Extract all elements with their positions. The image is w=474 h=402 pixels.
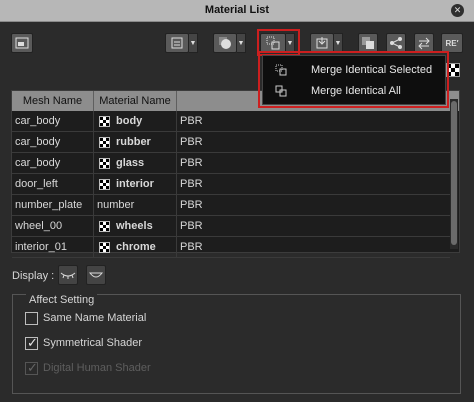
material-table: Mesh Name Material Name car_body body PB… (11, 90, 460, 258)
table-row[interactable]: door_left interior PBR (12, 174, 450, 195)
material-swatch-icon (99, 242, 110, 253)
table-row[interactable]: interior_01 chrome PBR (12, 237, 450, 258)
column-header-material[interactable]: Material Name (94, 91, 177, 111)
sphere-icon (219, 37, 231, 49)
table-row[interactable]: wheel_00 wheels PBR (12, 216, 450, 237)
mesh-name-cell: wheel_00 (12, 216, 94, 237)
mesh-name-cell: car_body (12, 132, 94, 153)
check-icon: ✓ (27, 360, 38, 375)
material-name-cell: interior (94, 174, 177, 195)
material-name-cell: chrome (94, 237, 177, 258)
sphere-material-button[interactable] (213, 33, 237, 53)
material-swatch-icon (99, 116, 110, 127)
material-name-cell: body (94, 111, 177, 132)
display-mouth-button[interactable] (86, 265, 106, 285)
affect-setting-legend: Affect Setting (26, 294, 98, 306)
shader-cell: PBR (180, 115, 203, 127)
display-label: Display : (12, 270, 55, 282)
material-swatch-icon (99, 158, 110, 169)
material-name-cell: wheels (94, 216, 177, 237)
rename-icon: RE′ (445, 38, 459, 48)
list-options-icon (171, 37, 183, 49)
shader-cell: PBR (180, 220, 203, 232)
scrollbar-thumb[interactable] (451, 101, 457, 245)
list-options-dropdown[interactable]: ▼ (189, 33, 198, 53)
table-row[interactable]: car_body body PBR (12, 111, 450, 132)
mesh-name-cell: car_body (12, 153, 94, 174)
table-scrollbar[interactable] (450, 99, 458, 249)
table-row[interactable]: number_plate number PBR (12, 195, 450, 216)
shader-cell: PBR (180, 136, 203, 148)
export-material-dropdown[interactable]: ▼ (334, 33, 343, 53)
list-options-button[interactable] (165, 33, 189, 53)
swap-icon (418, 37, 430, 50)
symmetrical-shader-label: Symmetrical Shader (43, 337, 143, 349)
mesh-name-cell: door_left (12, 174, 94, 195)
shader-cell: PBR (180, 241, 203, 253)
material-name-cell: glass (94, 153, 177, 174)
display-lashes-icon (60, 272, 76, 279)
shader-cell: PBR (180, 178, 203, 190)
export-icon (316, 37, 328, 49)
check-icon: ✓ (27, 335, 38, 350)
close-icon[interactable]: ✕ (451, 4, 464, 17)
share-material-button[interactable] (386, 33, 406, 53)
panel-layout-button[interactable] (11, 33, 33, 53)
material-swatch-icon (99, 179, 110, 190)
material-swatch-icon (99, 137, 110, 148)
window-title: Material List (204, 4, 270, 16)
display-mouth-icon (88, 272, 104, 278)
column-header-mesh[interactable]: Mesh Name (12, 91, 94, 111)
copy-material-button[interactable] (358, 33, 378, 53)
copy-icon (362, 37, 374, 49)
title-bar: Material List ✕ (0, 0, 474, 22)
mesh-name-cell: interior_01 (12, 237, 94, 258)
same-name-material-label: Same Name Material (43, 312, 147, 324)
share-icon (390, 37, 402, 49)
digital-human-shader-checkbox: ✓ (25, 360, 38, 375)
same-name-material-checkbox[interactable] (25, 312, 38, 325)
panel-layout-icon (15, 37, 29, 49)
material-swatch-icon (99, 221, 110, 232)
digital-human-shader-label: Digital Human Shader (43, 362, 151, 374)
display-lashes-button[interactable] (58, 265, 78, 285)
shader-cell: PBR (180, 199, 203, 211)
material-name-cell: rubber (94, 132, 177, 153)
swap-material-button[interactable] (414, 33, 434, 53)
mesh-name-cell: number_plate (12, 195, 94, 216)
table-row[interactable]: car_body rubber PBR (12, 132, 450, 153)
table-row[interactable]: car_body glass PBR (12, 153, 450, 174)
symmetrical-shader-checkbox[interactable]: ✓ (25, 335, 38, 350)
export-material-button[interactable] (310, 33, 334, 53)
mesh-name-cell: car_body (12, 111, 94, 132)
rename-material-button[interactable]: RE′ (441, 33, 463, 53)
shader-cell: PBR (180, 157, 203, 169)
material-name-cell: number (94, 195, 177, 216)
sphere-material-dropdown[interactable]: ▼ (237, 33, 246, 53)
menu-highlight (258, 51, 449, 108)
